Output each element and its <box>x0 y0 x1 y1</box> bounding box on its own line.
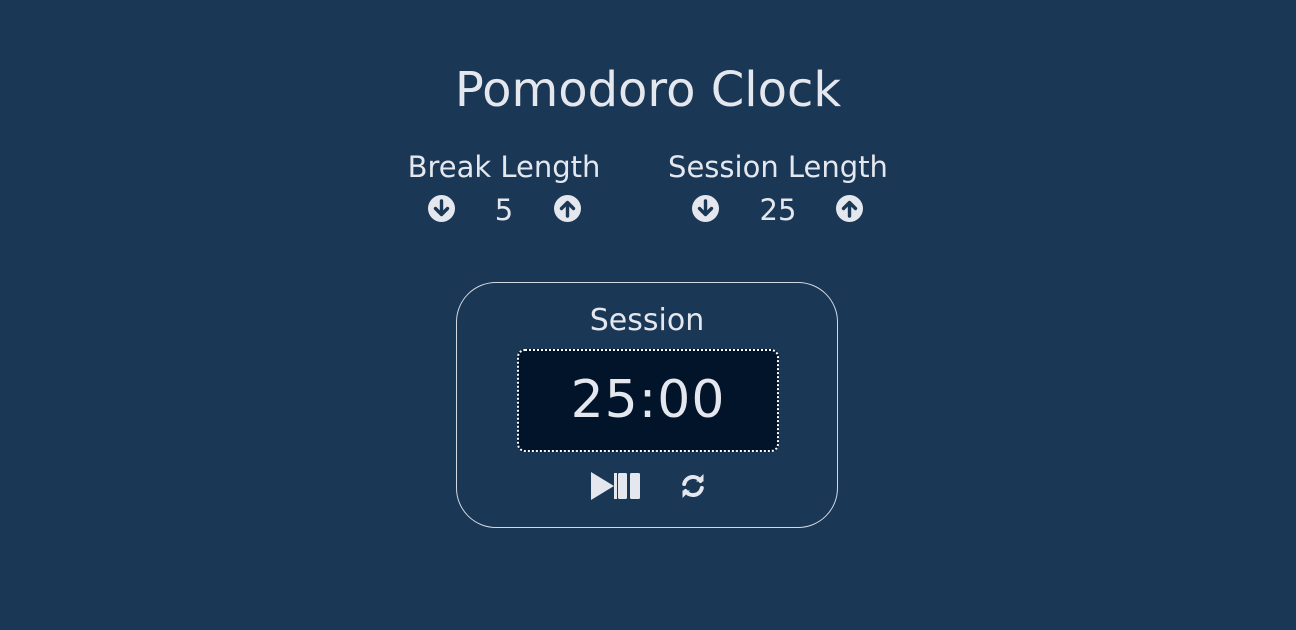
break-increment-button[interactable] <box>554 195 581 222</box>
arrow-circle-up-icon <box>559 200 576 218</box>
page-title: Pomodoro Clock <box>454 62 842 118</box>
session-length-label: Session Length <box>668 150 888 184</box>
session-length-control: Session Length 25 <box>664 150 892 230</box>
pomodoro-app: Pomodoro Clock Break Length 5 Session Le… <box>0 0 1296 630</box>
session-decrement-button[interactable] <box>692 195 719 222</box>
play-pause-button[interactable] <box>590 471 642 505</box>
session-increment-button[interactable] <box>836 195 863 222</box>
arrow-circle-down-icon <box>697 199 714 217</box>
break-length-label: Break Length <box>407 150 601 184</box>
arrow-circle-down-icon <box>433 199 450 217</box>
session-length-row: 25 <box>664 190 892 230</box>
timer-panel: Session 25:00 <box>456 282 838 528</box>
session-length-value: 25 <box>759 193 797 227</box>
play-pause-icon <box>591 472 640 500</box>
break-length-control: Break Length 5 <box>404 150 604 230</box>
refresh-icon <box>682 474 704 498</box>
break-length-row: 5 <box>404 190 604 230</box>
break-decrement-button[interactable] <box>428 195 455 222</box>
timer-label: Session <box>589 303 705 338</box>
arrow-circle-up-icon <box>841 200 858 218</box>
break-length-value: 5 <box>494 193 514 227</box>
time-display: 25:00 <box>517 349 779 452</box>
reset-button[interactable] <box>678 471 708 505</box>
